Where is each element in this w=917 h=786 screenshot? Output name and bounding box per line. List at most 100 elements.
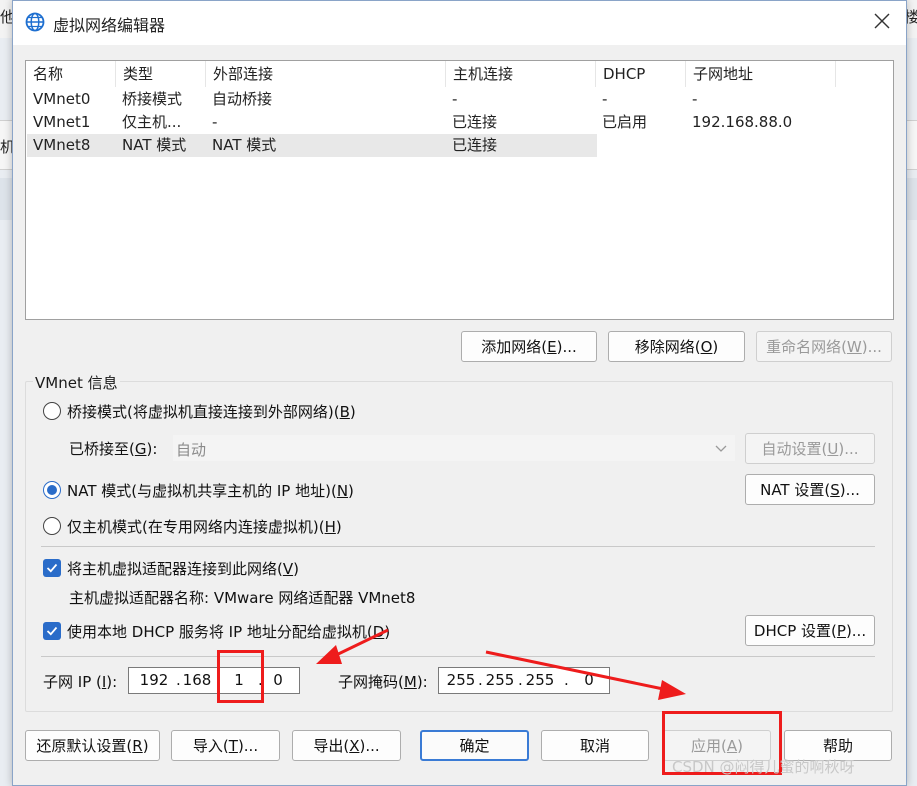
button-label: ) bbox=[142, 736, 149, 755]
label-accesskey: H bbox=[324, 518, 336, 536]
table-cell: 桥接模式 bbox=[122, 90, 183, 108]
import-button[interactable]: 导入(T)... bbox=[171, 730, 280, 761]
subnet-ip-octet-1[interactable]: 192 bbox=[137, 671, 171, 689]
ok-button[interactable]: 确定 bbox=[420, 730, 529, 761]
label-accesskey: M bbox=[403, 673, 417, 691]
table-cell: VMnet1 bbox=[33, 113, 91, 131]
bridged-mode-label[interactable]: 桥接模式(将虚拟机直接连接到外部网络)(B) bbox=[67, 401, 356, 422]
table-row-vmnet8[interactable]: VMnet8 NAT 模式 NAT 模式 已连接 bbox=[27, 134, 597, 157]
nat-settings-button[interactable]: NAT 设置(S)... bbox=[745, 474, 875, 505]
dhcp-settings-button[interactable]: DHCP 设置(P)... bbox=[745, 615, 875, 646]
add-network-button[interactable]: 添加网络(E)... bbox=[461, 331, 597, 362]
subnet-ip-octet-4[interactable]: 0 bbox=[265, 671, 291, 689]
table-cell: - bbox=[692, 90, 698, 108]
button-label: ) bbox=[712, 337, 719, 356]
button-accesskey: P bbox=[836, 621, 846, 640]
table-cell: - bbox=[602, 90, 608, 108]
table-row-vmnet1[interactable]: VMnet1 仅主机... - 已连接 bbox=[27, 111, 595, 134]
ip-dot: . bbox=[518, 671, 523, 689]
button-label: )... bbox=[237, 736, 259, 755]
label-accesskey: N bbox=[336, 482, 349, 500]
table-cell: 自动桥接 bbox=[212, 90, 273, 108]
ip-dot: . bbox=[564, 671, 569, 689]
annotation-box-subnet-octet bbox=[217, 650, 264, 703]
subnet-mask-octet-3[interactable]: 255 bbox=[524, 671, 556, 689]
nat-mode-label[interactable]: NAT 模式(与虚拟机共享主机的 IP 地址)(N) bbox=[67, 480, 354, 501]
table-cell: NAT 模式 bbox=[212, 136, 277, 154]
use-dhcp-checkbox[interactable] bbox=[43, 622, 61, 640]
label-text: 仅主机模式(在专用网络内连接虚拟机)( bbox=[67, 518, 325, 536]
column-header-dhcp[interactable]: DHCP bbox=[596, 61, 686, 87]
window-title: 虚拟网络编辑器 bbox=[53, 16, 166, 35]
column-header-subnet[interactable]: 子网地址 bbox=[686, 61, 836, 87]
close-button[interactable] bbox=[864, 7, 900, 39]
button-label: 导入( bbox=[192, 737, 229, 755]
watermark-text: CSDN @闷得儿蜜的啊秋呀 bbox=[672, 758, 855, 776]
button-label: )... bbox=[556, 337, 577, 356]
button-label: NAT 设置( bbox=[760, 481, 831, 499]
label-text: ) bbox=[384, 623, 391, 641]
bridged-to-select[interactable]: 自动 bbox=[173, 435, 735, 461]
label-text: 使用本地 DHCP 服务将 IP 地址分配给虚拟机( bbox=[67, 623, 373, 641]
column-header-type[interactable]: 类型 bbox=[116, 61, 206, 87]
button-accesskey: E bbox=[547, 337, 557, 356]
button-accesskey: O bbox=[700, 337, 713, 356]
table-cell: 已连接 bbox=[452, 136, 498, 154]
use-dhcp-label[interactable]: 使用本地 DHCP 服务将 IP 地址分配给虚拟机(D) bbox=[67, 621, 390, 642]
subnet-ip-input[interactable]: 192 . 168 1 . 0 bbox=[128, 667, 300, 694]
separator bbox=[41, 656, 875, 657]
column-header-name[interactable]: 名称 bbox=[26, 61, 116, 87]
subnet-ip-label: 子网 IP (I): bbox=[43, 671, 117, 692]
export-button[interactable]: 导出(X)... bbox=[292, 730, 401, 761]
table-cell: 仅主机... bbox=[122, 113, 182, 131]
nat-mode-radio[interactable] bbox=[43, 481, 61, 499]
network-list-header: 名称 类型 外部连接 主机连接 DHCP 子网地址 bbox=[26, 61, 893, 87]
label-text: ): bbox=[146, 440, 158, 458]
table-cell: VMnet8 bbox=[33, 136, 91, 154]
connect-adapter-checkbox[interactable] bbox=[43, 559, 61, 577]
host-only-label[interactable]: 仅主机模式(在专用网络内连接虚拟机)(H) bbox=[67, 516, 342, 537]
auto-settings-button[interactable]: 自动设置(U)... bbox=[745, 433, 875, 464]
table-cell: - bbox=[452, 90, 458, 108]
column-header-host[interactable]: 主机连接 bbox=[446, 61, 596, 87]
background-band-left bbox=[0, 178, 12, 220]
label-text: ): bbox=[416, 673, 428, 691]
button-label: 还原默认设置( bbox=[36, 737, 133, 755]
label-text: 子网掩码( bbox=[338, 673, 404, 691]
table-cell: 192.168.88.0 bbox=[692, 113, 793, 131]
checkmark-icon bbox=[46, 626, 58, 636]
bridged-to-value: 自动 bbox=[176, 441, 207, 459]
label-accesskey: G bbox=[134, 440, 147, 458]
label-accesskey: V bbox=[282, 560, 294, 578]
bridged-to-label: 已桥接至(G): bbox=[69, 438, 157, 459]
title-bar[interactable]: 虚拟网络编辑器 bbox=[13, 1, 906, 45]
button-accesskey: T bbox=[228, 736, 238, 755]
label-text: 已桥接至( bbox=[69, 440, 135, 458]
host-only-radio[interactable] bbox=[43, 517, 61, 535]
button-label: 导出( bbox=[313, 737, 350, 755]
bridged-mode-radio[interactable] bbox=[43, 402, 61, 420]
virtual-network-editor-dialog: 虚拟网络编辑器 名称 类型 外部连接 主机连接 DHCP 子网地址 VMnet0… bbox=[12, 0, 907, 786]
subnet-ip-octet-2[interactable]: 168 bbox=[181, 671, 213, 689]
subnet-mask-octet-4[interactable]: 0 bbox=[579, 671, 599, 689]
network-list[interactable]: 名称 类型 外部连接 主机连接 DHCP 子网地址 VMnet0 桥接模式 自动… bbox=[25, 60, 894, 320]
column-header-external[interactable]: 外部连接 bbox=[206, 61, 446, 87]
button-accesskey: R bbox=[132, 736, 143, 755]
close-icon bbox=[874, 13, 890, 33]
connect-adapter-label[interactable]: 将主机虚拟适配器连接到此网络(V) bbox=[67, 558, 299, 579]
label-text: ) bbox=[348, 482, 354, 500]
subnet-mask-input[interactable]: 255 . 255 . 255 . 0 bbox=[438, 667, 610, 694]
cancel-button[interactable]: 取消 bbox=[541, 730, 649, 761]
subnet-mask-octet-2[interactable]: 255 bbox=[484, 671, 516, 689]
table-row-vmnet0[interactable]: VMnet0 桥接模式 自动桥接 - bbox=[27, 88, 595, 111]
remove-network-button[interactable]: 移除网络(O) bbox=[608, 331, 745, 362]
label-text: 子网 IP ( bbox=[43, 673, 102, 691]
button-accesskey: X bbox=[349, 736, 360, 755]
rename-network-button[interactable]: 重命名网络(W)... bbox=[756, 331, 892, 362]
button-label: )... bbox=[359, 736, 380, 755]
subnet-mask-octet-1[interactable]: 255 bbox=[445, 671, 477, 689]
table-cell: - bbox=[212, 113, 218, 131]
label-text: ) bbox=[349, 403, 356, 421]
restore-defaults-button[interactable]: 还原默认设置(R) bbox=[25, 730, 160, 761]
subnet-mask-label: 子网掩码(M): bbox=[338, 671, 428, 692]
